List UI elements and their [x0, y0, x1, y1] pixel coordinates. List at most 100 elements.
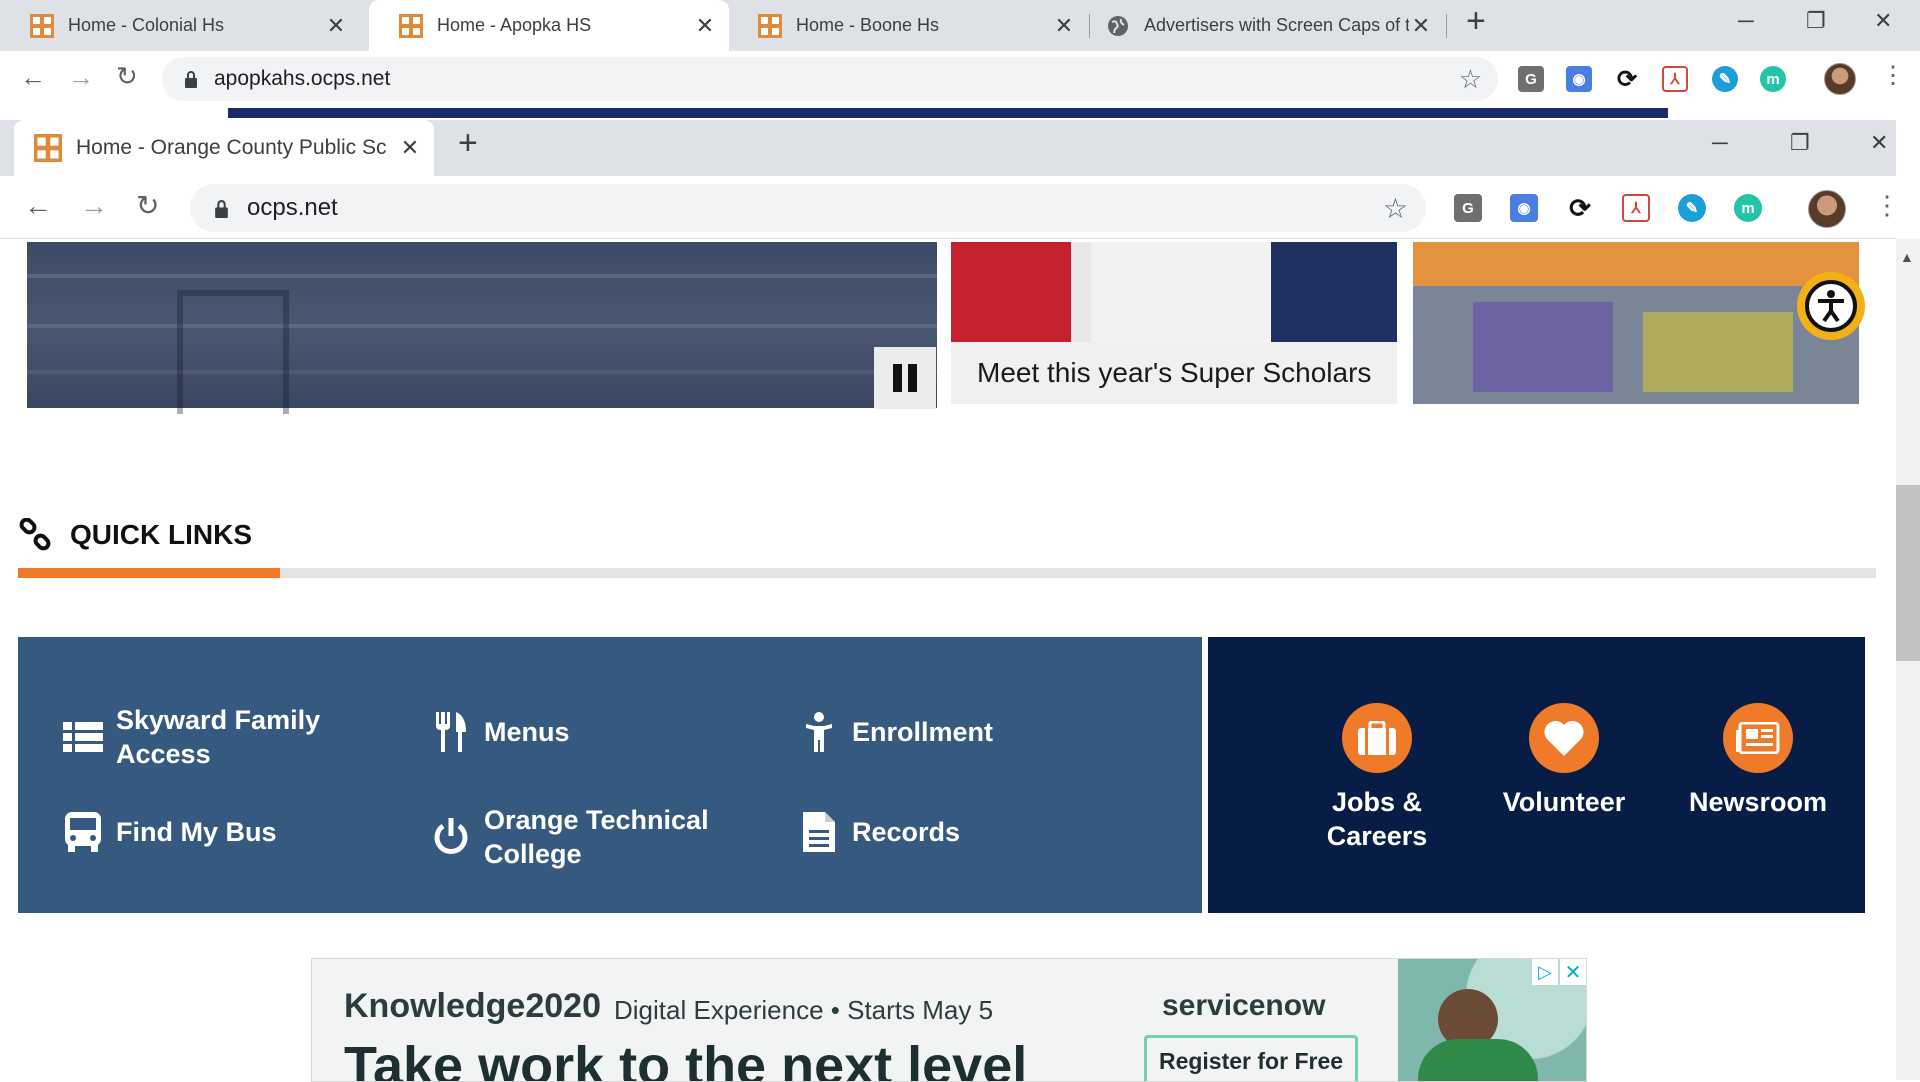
minimize-icon[interactable]: ─: [1738, 8, 1754, 34]
forward-icon[interactable]: →: [68, 62, 94, 93]
back-icon[interactable]: ←: [20, 62, 46, 93]
close-tab-icon[interactable]: ✕: [1409, 13, 1433, 39]
featured-link-newsroom[interactable]: Newsroom: [1668, 703, 1848, 819]
tab-colonial[interactable]: Home - Colonial Hs ✕: [0, 0, 360, 51]
ad-close-icon[interactable]: ✕: [1560, 959, 1586, 985]
school-favicon-icon: [399, 13, 423, 38]
m-extension-icon[interactable]: m: [1734, 194, 1762, 222]
tab-boone[interactable]: Home - Boone Hs ✕: [728, 0, 1088, 51]
close-tab-icon[interactable]: ✕: [693, 13, 717, 39]
siding-line: [27, 370, 937, 374]
close-tab-icon[interactable]: ✕: [1052, 13, 1076, 39]
minimize-icon[interactable]: ─: [1712, 130, 1728, 156]
carousel-pause-button[interactable]: [874, 347, 936, 409]
tab-advertisers[interactable]: Advertisers with Screen Caps of t ✕: [1090, 0, 1445, 51]
tab-title: Home - Colonial Hs: [68, 15, 225, 35]
quick-link-orange-technical[interactable]: Orange Technical College: [430, 803, 709, 871]
bookmark-star-icon[interactable]: ☆: [1383, 192, 1408, 225]
ad-cta-button[interactable]: Register for Free: [1144, 1035, 1358, 1081]
tab-title: Home - Orange County Public Sc: [76, 136, 387, 159]
quick-link-menus[interactable]: Menus: [430, 712, 570, 752]
profile-avatar[interactable]: [1824, 63, 1856, 95]
ad-event: Digital Experience • Starts May 5: [614, 995, 994, 1025]
doorway: [177, 290, 289, 414]
camera-extension-icon[interactable]: ◉: [1510, 194, 1538, 222]
profile-avatar[interactable]: [1808, 190, 1846, 228]
camera-extension-icon[interactable]: ◉: [1566, 66, 1592, 92]
pdf-extension-icon[interactable]: ⅄: [1622, 194, 1650, 222]
m-extension-icon[interactable]: m: [1760, 66, 1786, 92]
carousel-main-slide[interactable]: [27, 242, 937, 414]
accessibility-button[interactable]: [1797, 272, 1865, 340]
quick-links-heading: QUICK LINKS: [70, 519, 252, 550]
quick-link-label: Orange Technical: [484, 805, 709, 835]
featured-link-volunteer[interactable]: Volunteer: [1482, 703, 1646, 819]
quick-links-divider: [18, 568, 1876, 578]
close-window-icon[interactable]: ✕: [1870, 130, 1888, 156]
quick-link-records[interactable]: Records: [798, 812, 960, 852]
link-icon: [19, 518, 51, 551]
hopkins-shirt: [1091, 242, 1271, 342]
siding-line: [27, 274, 937, 278]
ad-sponsor-logo: servicenow: [1162, 989, 1326, 1022]
tab-title: Home - Boone Hs: [796, 15, 940, 35]
url-text: apopkahs.ocps.net: [214, 67, 391, 90]
web-extension-icon[interactable]: ✎: [1678, 194, 1706, 222]
sync-extension-icon[interactable]: ⟳: [1566, 193, 1594, 223]
quick-link-skyward[interactable]: Skyward Family Access: [62, 703, 320, 771]
menu-kebab-icon[interactable]: ⋮: [1881, 61, 1905, 90]
pause-icon: [893, 364, 917, 392]
featured-links-panel: Jobs & Careers Volunteer Newsroom: [1208, 637, 1865, 913]
power-icon: [430, 818, 472, 856]
restore-icon[interactable]: ❐: [1790, 130, 1810, 156]
school-favicon-icon: [30, 13, 54, 38]
menu-kebab-icon[interactable]: ⋮: [1874, 190, 1900, 221]
quick-link-label: Menus: [484, 717, 570, 747]
featured-link-jobs[interactable]: Jobs & Careers: [1300, 703, 1454, 853]
heart-icon: [1529, 703, 1599, 773]
outer-tab-bar: Home - Colonial Hs ✕ Home - Apopka HS ✕ …: [0, 0, 1920, 51]
briefcase-icon: [1342, 703, 1412, 773]
g-extension-icon[interactable]: G: [1518, 66, 1544, 92]
ad-choices-icon[interactable]: ▷: [1532, 959, 1558, 985]
g-extension-icon[interactable]: G: [1454, 194, 1482, 222]
bookmark-star-icon[interactable]: ☆: [1459, 64, 1482, 95]
pdf-extension-icon[interactable]: ⅄: [1662, 66, 1688, 92]
quick-link-label: Find My Bus: [116, 817, 277, 847]
quick-link-label: Skyward Family: [116, 705, 321, 735]
tab-ocps[interactable]: Home - Orange County Public Sc ✕: [14, 120, 434, 176]
reload-icon[interactable]: ↻: [116, 61, 138, 92]
restore-icon[interactable]: ❐: [1806, 8, 1826, 34]
yellow-bag: [1643, 312, 1793, 392]
scroll-up-arrow-icon[interactable]: ▲: [1900, 249, 1914, 265]
close-window-icon[interactable]: ✕: [1874, 8, 1892, 34]
inner-toolbar: ← → ↻ ocps.net ☆ G ◉ ⟳ ⅄ ✎ m ⋮: [0, 176, 1900, 239]
outer-toolbar: ← → ↻ apopkahs.ocps.net ☆ G ◉ ⟳ ⅄ ✎ m ⋮: [0, 51, 1920, 106]
web-extension-icon[interactable]: ✎: [1712, 66, 1738, 92]
featured-link-label: Jobs &: [1331, 787, 1422, 817]
ad-banner[interactable]: Knowledge2020 Digital Experience • Start…: [311, 958, 1587, 1082]
purple-bag: [1473, 302, 1613, 392]
address-bar[interactable]: apopkahs.ocps.net ☆: [162, 57, 1498, 101]
tab-apopka[interactable]: Home - Apopka HS ✕: [369, 0, 729, 51]
back-icon[interactable]: ←: [24, 190, 52, 222]
inner-tab-bar: Home - Orange County Public Sc ✕ + ─ ❐ ✕: [0, 120, 1896, 176]
school-favicon-icon: [34, 134, 62, 162]
newspaper-icon: [1723, 703, 1793, 773]
scrollbar-thumb[interactable]: [1896, 485, 1920, 661]
reload-icon[interactable]: ↻: [136, 189, 159, 222]
quick-link-find-my-bus[interactable]: Find My Bus: [62, 812, 277, 852]
new-tab-icon[interactable]: +: [458, 124, 478, 163]
sync-extension-icon[interactable]: ⟳: [1614, 66, 1640, 93]
quick-links-divider-accent: [18, 568, 280, 578]
new-tab-icon[interactable]: +: [1466, 2, 1486, 41]
close-tab-icon[interactable]: ✕: [398, 135, 422, 161]
quick-link-enrollment[interactable]: Enrollment: [798, 712, 993, 752]
forward-icon[interactable]: →: [80, 190, 108, 222]
ad-brand: Knowledge2020: [344, 987, 601, 1025]
orange-banner: [1413, 242, 1859, 286]
carousel-third-slide[interactable]: [1413, 242, 1859, 404]
carousel-scholars-slide[interactable]: Meet this year's Super Scholars: [951, 242, 1397, 404]
close-tab-icon[interactable]: ✕: [324, 13, 348, 39]
address-bar[interactable]: ocps.net ☆: [190, 184, 1426, 232]
